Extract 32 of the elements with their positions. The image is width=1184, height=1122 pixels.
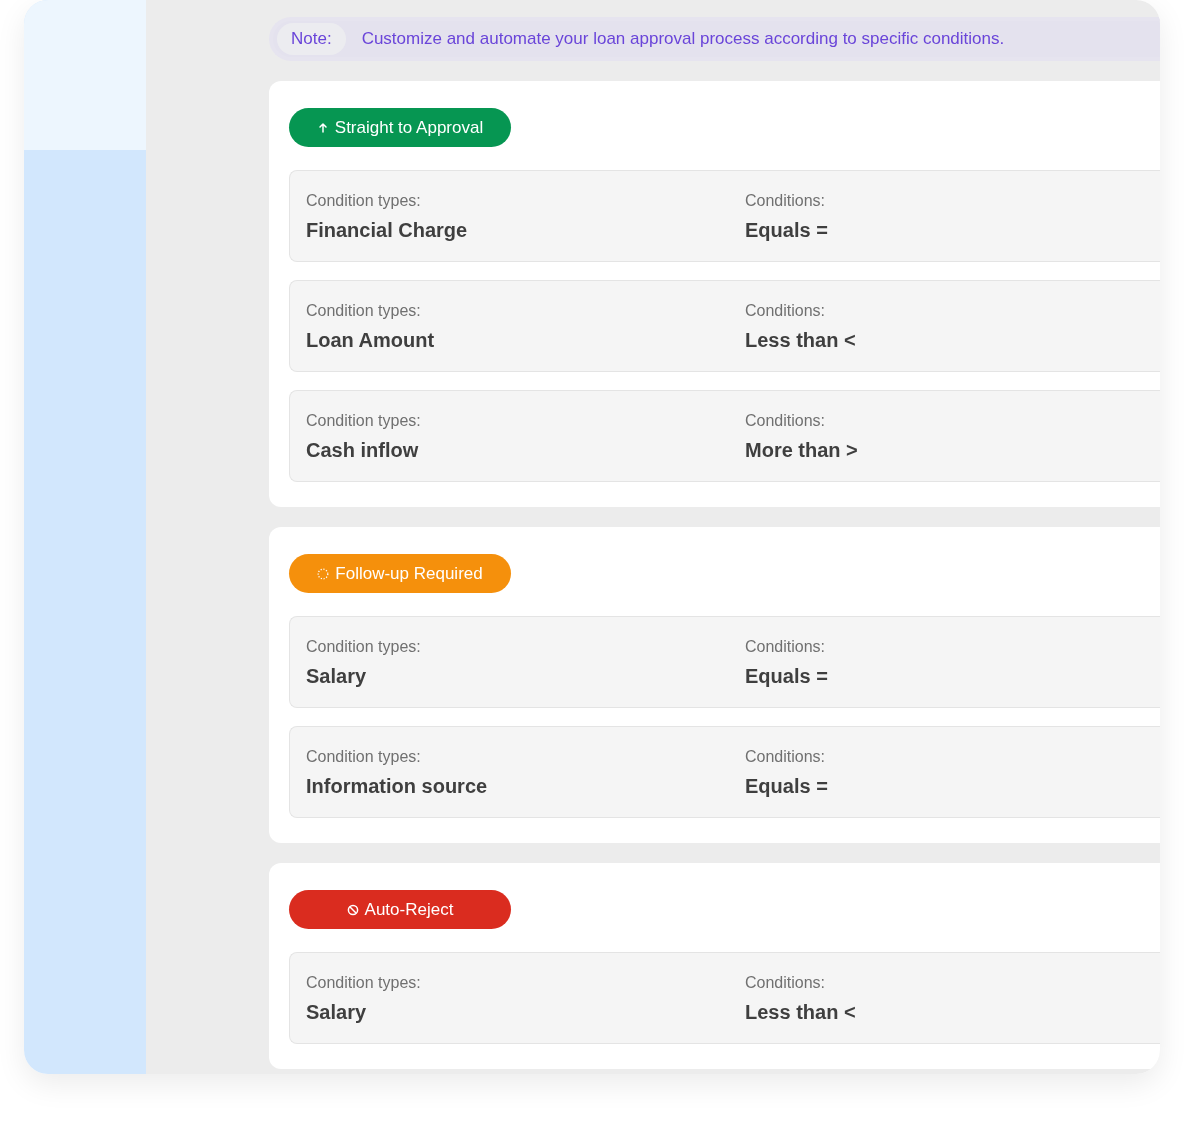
- condition-type-label: Condition types:: [306, 192, 422, 210]
- condition-type-label: Condition types:: [306, 412, 422, 430]
- prohibited-icon: [346, 903, 359, 916]
- condition-type-value: Salary: [306, 665, 368, 688]
- condition-value: Less than <: [745, 1001, 857, 1024]
- condition-type-value: Cash inflow: [306, 439, 420, 462]
- condition-value: Equals =: [745, 219, 829, 242]
- condition-value: Equals =: [745, 775, 829, 798]
- dotted-circle-icon: [317, 567, 330, 580]
- condition-type-value: Information source: [306, 775, 489, 798]
- condition-label: Conditions:: [745, 748, 827, 766]
- condition-label: Conditions:: [745, 412, 827, 430]
- note-label: Note:: [277, 23, 346, 55]
- status-badge[interactable]: Follow-up Required: [289, 554, 511, 593]
- condition-label: Conditions:: [745, 192, 827, 210]
- arrow-up-icon: [316, 121, 329, 134]
- status-badge[interactable]: Auto-Reject: [289, 890, 511, 929]
- condition-value: More than >: [745, 439, 859, 462]
- status-badge[interactable]: Straight to Approval: [289, 108, 511, 147]
- condition-value: Less than <: [745, 329, 857, 352]
- condition-type-value: Salary: [306, 1001, 368, 1024]
- condition-label: Conditions:: [745, 638, 827, 656]
- condition-type-label: Condition types:: [306, 748, 422, 766]
- condition-value: Equals =: [745, 665, 829, 688]
- condition-type-label: Condition types:: [306, 302, 422, 320]
- note-text: Customize and automate your loan approval process according to specific conditions.: [361, 29, 1005, 49]
- condition-label: Conditions:: [745, 302, 827, 320]
- condition-label: Conditions:: [745, 974, 827, 992]
- condition-type-label: Condition types:: [306, 974, 422, 992]
- condition-type-value: Loan Amount: [306, 329, 436, 352]
- condition-type-value: Financial Charge: [306, 219, 469, 242]
- condition-type-label: Condition types:: [306, 638, 422, 656]
